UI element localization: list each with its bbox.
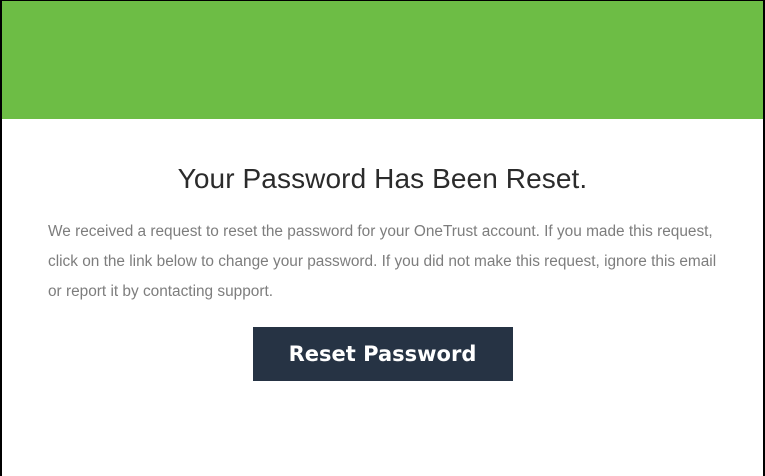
- header-banner: [2, 1, 763, 119]
- cta-container: Reset Password: [2, 327, 763, 381]
- email-frame: Your Password Has Been Reset. We receive…: [0, 0, 765, 476]
- reset-password-button[interactable]: Reset Password: [252, 327, 513, 381]
- email-title: Your Password Has Been Reset.: [177, 163, 588, 194]
- email-body: We received a request to reset the passw…: [48, 223, 717, 300]
